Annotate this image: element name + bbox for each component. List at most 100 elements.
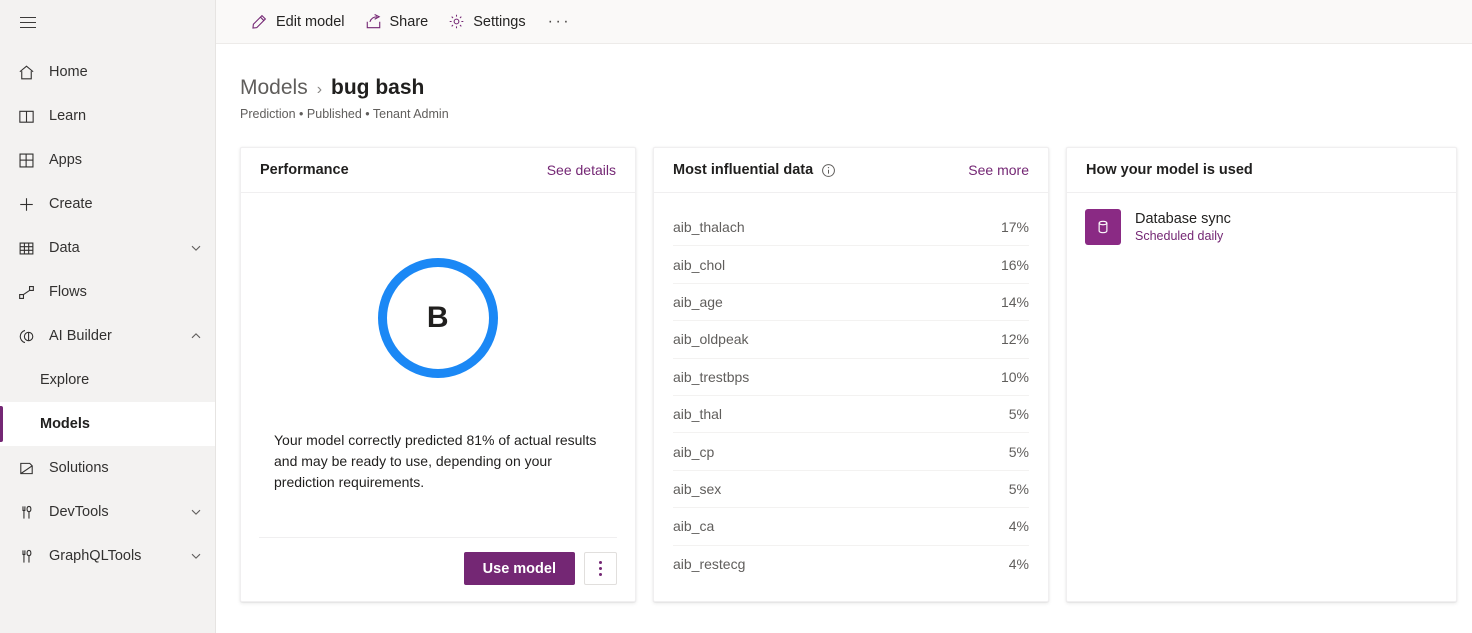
ai-builder-icon bbox=[14, 324, 38, 348]
sidebar-item-data[interactable]: Data bbox=[0, 226, 215, 270]
database-icon bbox=[1085, 209, 1121, 245]
grade-circle: B bbox=[378, 258, 498, 378]
app-root: Home Learn Apps bbox=[0, 0, 1472, 633]
grade-wrapper: B bbox=[259, 193, 617, 378]
feature-value: 4% bbox=[1009, 518, 1029, 534]
breadcrumb-parent[interactable]: Models bbox=[240, 76, 308, 100]
plus-icon bbox=[14, 192, 38, 216]
sidebar-item-learn[interactable]: Learn bbox=[0, 94, 215, 138]
tools-icon bbox=[14, 544, 38, 568]
table-row: aib_chol 16% bbox=[673, 246, 1029, 283]
usage-card: How your model is used Database sync Sch bbox=[1066, 147, 1457, 602]
influential-list: aib_thalach 17% aib_chol 16% aib_age 14%… bbox=[654, 193, 1048, 601]
sidebar-item-label: Home bbox=[49, 64, 203, 80]
sidebar-item-label: Explore bbox=[40, 372, 203, 388]
table-row: aib_cp 5% bbox=[673, 433, 1029, 470]
chevron-down-icon[interactable] bbox=[189, 505, 203, 519]
usage-card-header: How your model is used bbox=[1067, 148, 1456, 193]
command-bar: Edit model Share bbox=[216, 0, 1472, 44]
table-row: aib_trestbps 10% bbox=[673, 359, 1029, 396]
command-label: Edit model bbox=[276, 14, 345, 30]
sidebar-item-label: Create bbox=[49, 196, 203, 212]
feature-name: aib_age bbox=[673, 294, 1001, 310]
feature-name: aib_oldpeak bbox=[673, 331, 1001, 347]
sidebar-item-label: Apps bbox=[49, 152, 203, 168]
performance-description: Your model correctly predicted 81% of ac… bbox=[259, 430, 617, 493]
feature-value: 5% bbox=[1009, 481, 1029, 497]
sidebar-item-apps[interactable]: Apps bbox=[0, 138, 215, 182]
feature-value: 17% bbox=[1001, 219, 1029, 235]
feature-name: aib_trestbps bbox=[673, 369, 1001, 385]
sidebar-item-create[interactable]: Create bbox=[0, 182, 215, 226]
edit-model-button[interactable]: Edit model bbox=[241, 4, 355, 40]
cards-container: Performance See details B Your model cor… bbox=[216, 121, 1472, 602]
chevron-up-icon[interactable] bbox=[189, 329, 203, 343]
table-row: aib_thalach 17% bbox=[673, 209, 1029, 246]
sidebar-item-label: Models bbox=[40, 416, 203, 432]
sidebar-item-models[interactable]: Models bbox=[0, 402, 215, 446]
sidebar-item-label: Learn bbox=[49, 108, 203, 124]
sidebar-item-label: DevTools bbox=[49, 504, 189, 520]
chevron-down-icon[interactable] bbox=[189, 549, 203, 563]
sidebar-item-flows[interactable]: Flows bbox=[0, 270, 215, 314]
feature-value: 16% bbox=[1001, 257, 1029, 273]
tools-icon bbox=[14, 500, 38, 524]
performance-card: Performance See details B Your model cor… bbox=[240, 147, 636, 602]
influential-data-card: Most influential data See more aib_thala… bbox=[653, 147, 1049, 602]
sidebar-item-solutions[interactable]: Solutions bbox=[0, 446, 215, 490]
sidebar-item-label: AI Builder bbox=[49, 328, 189, 344]
command-label: Settings bbox=[473, 14, 525, 30]
usage-list: Database sync Scheduled daily bbox=[1067, 193, 1456, 601]
card-title: How your model is used bbox=[1086, 162, 1253, 178]
flow-icon bbox=[14, 280, 38, 304]
feature-name: aib_ca bbox=[673, 518, 1009, 534]
breadcrumb: Models › bug bash bbox=[240, 76, 1472, 100]
list-item[interactable]: Database sync Scheduled daily bbox=[1085, 209, 1438, 245]
usage-text: Database sync Scheduled daily bbox=[1135, 211, 1231, 243]
page-title: bug bash bbox=[331, 76, 424, 100]
share-icon bbox=[365, 13, 382, 30]
sidebar-item-devtools[interactable]: DevTools bbox=[0, 490, 215, 534]
sidebar-item-graphqltools[interactable]: GraphQLTools bbox=[0, 534, 215, 578]
card-title: Most influential data bbox=[673, 162, 813, 178]
feature-value: 5% bbox=[1009, 444, 1029, 460]
influential-card-header: Most influential data See more bbox=[654, 148, 1048, 193]
see-details-link[interactable]: See details bbox=[547, 162, 616, 178]
page-subtitle: Prediction • Published • Tenant Admin bbox=[240, 107, 1472, 121]
feature-name: aib_thal bbox=[673, 406, 1009, 422]
see-more-link[interactable]: See more bbox=[968, 162, 1029, 178]
sidebar-item-ai-builder[interactable]: AI Builder bbox=[0, 314, 215, 358]
sidebar-item-label: GraphQLTools bbox=[49, 548, 189, 564]
overflow-menu-button[interactable]: ··· bbox=[536, 4, 583, 40]
use-model-button[interactable]: Use model bbox=[464, 552, 575, 585]
table-row: aib_age 14% bbox=[673, 284, 1029, 321]
sidebar-item-label: Flows bbox=[49, 284, 203, 300]
more-vertical-icon bbox=[599, 573, 602, 576]
table-row: aib_restecg 4% bbox=[673, 546, 1029, 583]
table-row: aib_thal 5% bbox=[673, 396, 1029, 433]
feature-name: aib_restecg bbox=[673, 556, 1009, 572]
usage-schedule: Scheduled daily bbox=[1135, 229, 1231, 243]
breadcrumb-separator: › bbox=[317, 81, 322, 99]
chevron-down-icon[interactable] bbox=[189, 241, 203, 255]
settings-button[interactable]: Settings bbox=[438, 4, 535, 40]
table-row: aib_ca 4% bbox=[673, 508, 1029, 545]
performance-card-body: B Your model correctly predicted 81% of … bbox=[241, 193, 635, 601]
feature-name: aib_chol bbox=[673, 257, 1001, 273]
home-icon bbox=[14, 60, 38, 84]
hamburger-icon[interactable] bbox=[4, 0, 52, 44]
table-icon bbox=[14, 236, 38, 260]
feature-value: 12% bbox=[1001, 331, 1029, 347]
sidebar: Home Learn Apps bbox=[0, 0, 216, 633]
share-button[interactable]: Share bbox=[355, 4, 439, 40]
grade-letter: B bbox=[427, 301, 449, 335]
info-icon[interactable] bbox=[821, 163, 836, 178]
feature-value: 14% bbox=[1001, 294, 1029, 310]
more-options-button[interactable] bbox=[584, 552, 617, 585]
main-content: Edit model Share bbox=[216, 0, 1472, 633]
sidebar-item-label: Data bbox=[49, 240, 189, 256]
sidebar-item-explore[interactable]: Explore bbox=[0, 358, 215, 402]
feature-value: 10% bbox=[1001, 369, 1029, 385]
feature-name: aib_thalach bbox=[673, 219, 1001, 235]
sidebar-item-home[interactable]: Home bbox=[0, 50, 215, 94]
